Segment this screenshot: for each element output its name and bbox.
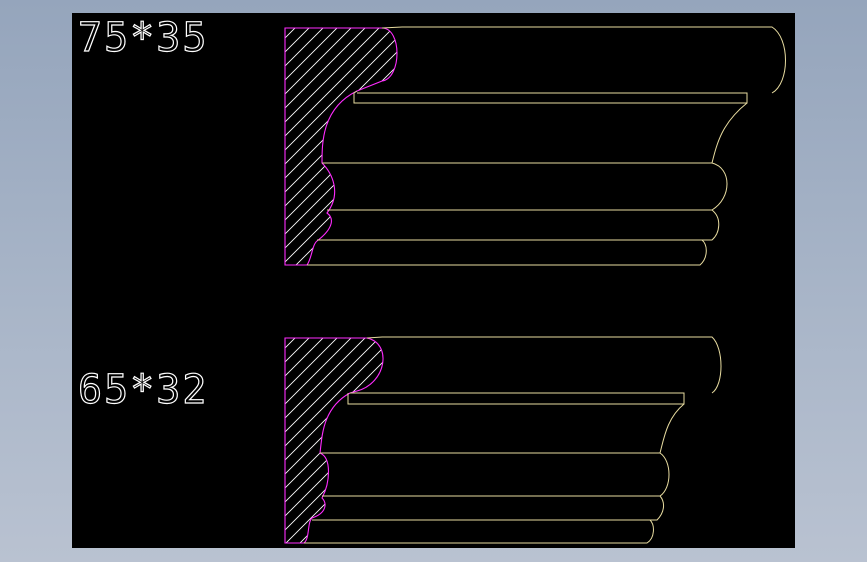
hatch-line — [542, 333, 762, 548]
hatch-line — [285, 338, 384, 543]
hatch-line — [568, 23, 795, 273]
hatch-line — [72, 333, 272, 548]
hatch-line — [598, 333, 795, 548]
hatch-line — [610, 23, 795, 273]
hatch-line — [570, 333, 790, 548]
hatch-line — [472, 333, 692, 548]
hatch-line — [554, 23, 795, 273]
profile-outline-bottom — [304, 336, 722, 544]
hatch-line — [624, 23, 795, 273]
profile-step-top — [353, 90, 358, 103]
hatch-line — [303, 338, 384, 543]
hatch-line — [526, 23, 776, 273]
hatch-line — [285, 338, 371, 543]
hatch-line — [285, 338, 384, 543]
hatch-line — [373, 338, 384, 543]
hatch-line — [514, 333, 734, 548]
hatch-line — [285, 338, 329, 543]
hatch-line — [486, 333, 706, 548]
hatch-line — [289, 338, 384, 543]
hatch-line — [388, 333, 608, 548]
profile-label-75x35: 75*35 — [78, 15, 208, 61]
hatch-line — [402, 333, 622, 548]
hatch-pattern-bottom — [72, 333, 795, 548]
hatch-line — [285, 338, 384, 543]
hatch-line — [343, 28, 397, 265]
hatch-line — [512, 23, 762, 273]
hatch-line — [285, 338, 384, 543]
hatch-line — [470, 23, 720, 273]
hatch-line — [285, 28, 397, 265]
hatch-line — [285, 338, 287, 543]
hatch-line — [285, 28, 397, 265]
hatch-line — [345, 338, 384, 543]
hatch-line — [416, 333, 636, 548]
cad-viewport[interactable]: 75*35 65*32 — [72, 13, 795, 548]
hatch-line — [285, 338, 384, 543]
hatch-line — [285, 28, 397, 265]
hatch-line — [528, 333, 748, 548]
hatch-line — [371, 28, 397, 265]
hatch-line — [331, 338, 384, 543]
hatch-line — [285, 28, 397, 265]
hatch-line — [414, 23, 664, 273]
hatch-line — [285, 28, 397, 265]
hatch-line — [285, 28, 397, 265]
hatch-line — [582, 23, 795, 273]
hatch-line — [357, 28, 397, 265]
profile-label-65x32: 65*32 — [78, 367, 208, 413]
hatch-line — [285, 338, 384, 543]
hatch-line — [500, 333, 720, 548]
hatch-line — [612, 333, 795, 548]
hatch-line — [285, 28, 397, 265]
hatch-line — [484, 23, 734, 273]
hatch-line — [315, 28, 397, 265]
hatch-line — [285, 338, 357, 543]
hatch-line — [442, 23, 692, 273]
hatch-line — [285, 338, 315, 543]
hatch-line — [285, 338, 384, 543]
profile-75x35: 75*35 — [77, 14, 795, 273]
hatch-line — [285, 338, 384, 543]
hatch-line — [285, 338, 343, 543]
hatch-line — [400, 23, 650, 273]
hatch-line — [301, 28, 397, 265]
hatch-line — [540, 23, 790, 273]
hatch-line — [317, 338, 384, 543]
hatch-line — [285, 28, 397, 265]
hatch-line — [596, 23, 795, 273]
hatch-line — [285, 338, 384, 543]
hatch-line — [329, 28, 397, 265]
hatch-line — [430, 333, 650, 548]
hatch-line — [428, 23, 678, 273]
hatch-line — [584, 333, 795, 548]
hatch-line — [498, 23, 748, 273]
hatch-line — [652, 23, 795, 273]
profile-outline-top — [307, 26, 786, 266]
profile-65x32: 65*32 — [72, 333, 795, 548]
hatch-line — [285, 338, 301, 543]
hatch-line — [287, 28, 397, 265]
hatch-line — [456, 23, 706, 273]
hatch-line — [556, 333, 776, 548]
hatch-line — [359, 338, 384, 543]
hatch-line — [444, 333, 664, 548]
hatch-line — [385, 28, 397, 265]
hatch-line — [458, 333, 678, 548]
drawing-canvas: 75*35 65*32 — [72, 14, 795, 548]
